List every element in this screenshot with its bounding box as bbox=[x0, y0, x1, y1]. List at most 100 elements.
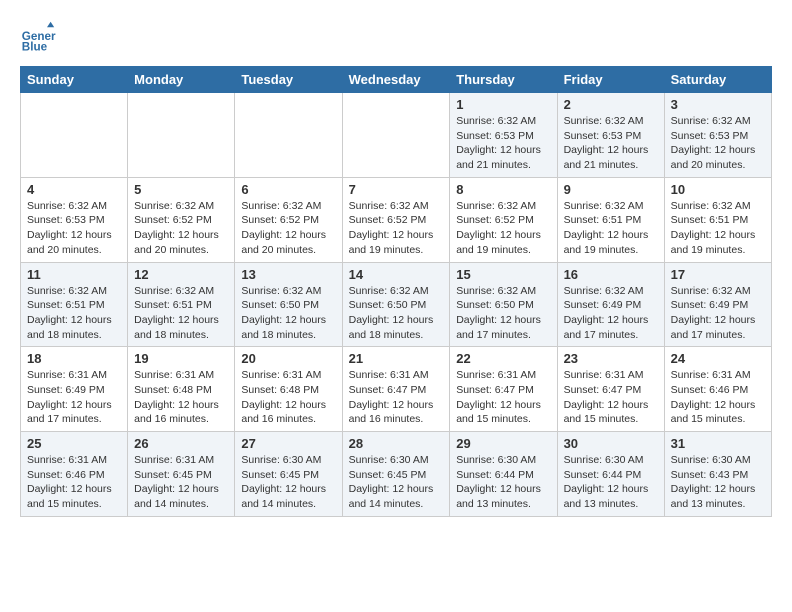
calendar-cell bbox=[342, 93, 450, 178]
calendar-cell: 30 Sunrise: 6:30 AM Sunset: 6:44 PM Dayli… bbox=[557, 432, 664, 517]
day-number: 6 bbox=[241, 182, 335, 197]
day-detail: Sunrise: 6:32 AM Sunset: 6:52 PM Dayligh… bbox=[349, 199, 444, 258]
calendar-cell: 29 Sunrise: 6:30 AM Sunset: 6:44 PM Dayli… bbox=[450, 432, 557, 517]
day-detail: Sunrise: 6:32 AM Sunset: 6:49 PM Dayligh… bbox=[564, 284, 658, 343]
day-detail: Sunrise: 6:32 AM Sunset: 6:51 PM Dayligh… bbox=[27, 284, 121, 343]
day-number: 13 bbox=[241, 267, 335, 282]
day-number: 3 bbox=[671, 97, 765, 112]
calendar-cell bbox=[128, 93, 235, 178]
calendar-cell: 20 Sunrise: 6:31 AM Sunset: 6:48 PM Dayli… bbox=[235, 347, 342, 432]
day-of-week-thursday: Thursday bbox=[450, 67, 557, 93]
day-number: 2 bbox=[564, 97, 658, 112]
calendar-cell: 4 Sunrise: 6:32 AM Sunset: 6:53 PM Daylig… bbox=[21, 177, 128, 262]
day-number: 7 bbox=[349, 182, 444, 197]
day-number: 1 bbox=[456, 97, 550, 112]
calendar-week-5: 25Sunrise: 6:31 AM Sunset: 6:46 PM Dayli… bbox=[21, 432, 772, 517]
calendar-cell bbox=[235, 93, 342, 178]
day-detail: Sunrise: 6:31 AM Sunset: 6:47 PM Dayligh… bbox=[456, 368, 550, 427]
day-detail: Sunrise: 6:32 AM Sunset: 6:53 PM Dayligh… bbox=[27, 199, 121, 258]
calendar-week-4: 18 Sunrise: 6:31 AM Sunset: 6:49 PM Dayli… bbox=[21, 347, 772, 432]
calendar-cell: 26 Sunrise: 6:31 AM Sunset: 6:45 PM Dayli… bbox=[128, 432, 235, 517]
day-detail: Sunrise: 6:31 AM Sunset: 6:45 PM Dayligh… bbox=[134, 453, 228, 512]
day-detail: Sunrise: 6:30 AM Sunset: 6:45 PM Dayligh… bbox=[241, 453, 335, 512]
calendar-cell bbox=[21, 93, 128, 178]
calendar-cell: 21Sunrise: 6:31 AM Sunset: 6:47 PM Dayli… bbox=[342, 347, 450, 432]
day-number: 12 bbox=[134, 267, 228, 282]
day-detail: Sunrise: 6:30 AM Sunset: 6:44 PM Dayligh… bbox=[564, 453, 658, 512]
day-detail: Sunrise: 6:30 AM Sunset: 6:44 PM Dayligh… bbox=[456, 453, 550, 512]
day-detail: Sunrise: 6:31 AM Sunset: 6:47 PM Dayligh… bbox=[564, 368, 658, 427]
calendar-week-1: 1 Sunrise: 6:32 AM Sunset: 6:53 PM Daylig… bbox=[21, 93, 772, 178]
calendar-cell: 10 Sunrise: 6:32 AM Sunset: 6:51 PM Dayli… bbox=[664, 177, 771, 262]
calendar-cell: 16 Sunrise: 6:32 AM Sunset: 6:49 PM Dayli… bbox=[557, 262, 664, 347]
calendar-cell: 7 Sunrise: 6:32 AM Sunset: 6:52 PM Daylig… bbox=[342, 177, 450, 262]
day-detail: Sunrise: 6:31 AM Sunset: 6:48 PM Dayligh… bbox=[134, 368, 228, 427]
logo: General Blue bbox=[20, 20, 56, 56]
calendar-cell: 22 Sunrise: 6:31 AM Sunset: 6:47 PM Dayli… bbox=[450, 347, 557, 432]
day-detail: Sunrise: 6:32 AM Sunset: 6:53 PM Dayligh… bbox=[564, 114, 658, 173]
calendar-cell: 17 Sunrise: 6:32 AM Sunset: 6:49 PM Dayli… bbox=[664, 262, 771, 347]
day-detail: Sunrise: 6:32 AM Sunset: 6:53 PM Dayligh… bbox=[456, 114, 550, 173]
day-number: 9 bbox=[564, 182, 658, 197]
calendar-cell: 14Sunrise: 6:32 AM Sunset: 6:50 PM Dayli… bbox=[342, 262, 450, 347]
calendar-cell: 12 Sunrise: 6:32 AM Sunset: 6:51 PM Dayli… bbox=[128, 262, 235, 347]
calendar-cell: 5 Sunrise: 6:32 AM Sunset: 6:52 PM Daylig… bbox=[128, 177, 235, 262]
day-detail: Sunrise: 6:32 AM Sunset: 6:51 PM Dayligh… bbox=[564, 199, 658, 258]
calendar-cell: 9 Sunrise: 6:32 AM Sunset: 6:51 PM Daylig… bbox=[557, 177, 664, 262]
day-number: 31 bbox=[671, 436, 765, 451]
day-number: 11 bbox=[27, 267, 121, 282]
day-detail: Sunrise: 6:32 AM Sunset: 6:50 PM Dayligh… bbox=[456, 284, 550, 343]
logo-icon: General Blue bbox=[20, 20, 56, 56]
day-detail: Sunrise: 6:32 AM Sunset: 6:52 PM Dayligh… bbox=[134, 199, 228, 258]
day-number: 19 bbox=[134, 351, 228, 366]
day-of-week-friday: Friday bbox=[557, 67, 664, 93]
day-number: 10 bbox=[671, 182, 765, 197]
day-number: 26 bbox=[134, 436, 228, 451]
calendar-table: SundayMondayTuesdayWednesdayThursdayFrid… bbox=[20, 66, 772, 517]
day-number: 4 bbox=[27, 182, 121, 197]
day-of-week-tuesday: Tuesday bbox=[235, 67, 342, 93]
day-of-week-saturday: Saturday bbox=[664, 67, 771, 93]
calendar-cell: 23 Sunrise: 6:31 AM Sunset: 6:47 PM Dayli… bbox=[557, 347, 664, 432]
day-of-week-wednesday: Wednesday bbox=[342, 67, 450, 93]
day-detail: Sunrise: 6:32 AM Sunset: 6:49 PM Dayligh… bbox=[671, 284, 765, 343]
day-detail: Sunrise: 6:32 AM Sunset: 6:51 PM Dayligh… bbox=[671, 199, 765, 258]
day-number: 30 bbox=[564, 436, 658, 451]
calendar-cell: 1 Sunrise: 6:32 AM Sunset: 6:53 PM Daylig… bbox=[450, 93, 557, 178]
calendar-cell: 15Sunrise: 6:32 AM Sunset: 6:50 PM Dayli… bbox=[450, 262, 557, 347]
day-number: 29 bbox=[456, 436, 550, 451]
day-detail: Sunrise: 6:32 AM Sunset: 6:51 PM Dayligh… bbox=[134, 284, 228, 343]
svg-text:Blue: Blue bbox=[22, 41, 48, 54]
day-number: 23 bbox=[564, 351, 658, 366]
day-detail: Sunrise: 6:31 AM Sunset: 6:46 PM Dayligh… bbox=[671, 368, 765, 427]
day-detail: Sunrise: 6:32 AM Sunset: 6:52 PM Dayligh… bbox=[241, 199, 335, 258]
day-of-week-monday: Monday bbox=[128, 67, 235, 93]
day-number: 20 bbox=[241, 351, 335, 366]
day-detail: Sunrise: 6:30 AM Sunset: 6:45 PM Dayligh… bbox=[349, 453, 444, 512]
page-header: General Blue bbox=[20, 20, 772, 56]
calendar-cell: 28 Sunrise: 6:30 AM Sunset: 6:45 PM Dayli… bbox=[342, 432, 450, 517]
day-detail: Sunrise: 6:32 AM Sunset: 6:50 PM Dayligh… bbox=[241, 284, 335, 343]
calendar-cell: 24Sunrise: 6:31 AM Sunset: 6:46 PM Dayli… bbox=[664, 347, 771, 432]
day-number: 5 bbox=[134, 182, 228, 197]
calendar-week-3: 11 Sunrise: 6:32 AM Sunset: 6:51 PM Dayli… bbox=[21, 262, 772, 347]
calendar-cell: 2 Sunrise: 6:32 AM Sunset: 6:53 PM Daylig… bbox=[557, 93, 664, 178]
calendar-cell: 25Sunrise: 6:31 AM Sunset: 6:46 PM Dayli… bbox=[21, 432, 128, 517]
calendar-cell: 31 Sunrise: 6:30 AM Sunset: 6:43 PM Dayli… bbox=[664, 432, 771, 517]
day-detail: Sunrise: 6:31 AM Sunset: 6:48 PM Dayligh… bbox=[241, 368, 335, 427]
day-detail: Sunrise: 6:32 AM Sunset: 6:52 PM Dayligh… bbox=[456, 199, 550, 258]
day-detail: Sunrise: 6:31 AM Sunset: 6:49 PM Dayligh… bbox=[27, 368, 121, 427]
day-number: 16 bbox=[564, 267, 658, 282]
day-number: 22 bbox=[456, 351, 550, 366]
day-number: 18 bbox=[27, 351, 121, 366]
day-detail: Sunrise: 6:32 AM Sunset: 6:50 PM Dayligh… bbox=[349, 284, 444, 343]
day-detail: Sunrise: 6:30 AM Sunset: 6:43 PM Dayligh… bbox=[671, 453, 765, 512]
day-detail: Sunrise: 6:31 AM Sunset: 6:47 PM Dayligh… bbox=[349, 368, 444, 427]
calendar-cell: 18 Sunrise: 6:31 AM Sunset: 6:49 PM Dayli… bbox=[21, 347, 128, 432]
calendar-cell: 8Sunrise: 6:32 AM Sunset: 6:52 PM Daylig… bbox=[450, 177, 557, 262]
day-number: 28 bbox=[349, 436, 444, 451]
calendar-cell: 6 Sunrise: 6:32 AM Sunset: 6:52 PM Daylig… bbox=[235, 177, 342, 262]
day-number: 17 bbox=[671, 267, 765, 282]
day-number: 25 bbox=[27, 436, 121, 451]
calendar-cell: 3Sunrise: 6:32 AM Sunset: 6:53 PM Daylig… bbox=[664, 93, 771, 178]
